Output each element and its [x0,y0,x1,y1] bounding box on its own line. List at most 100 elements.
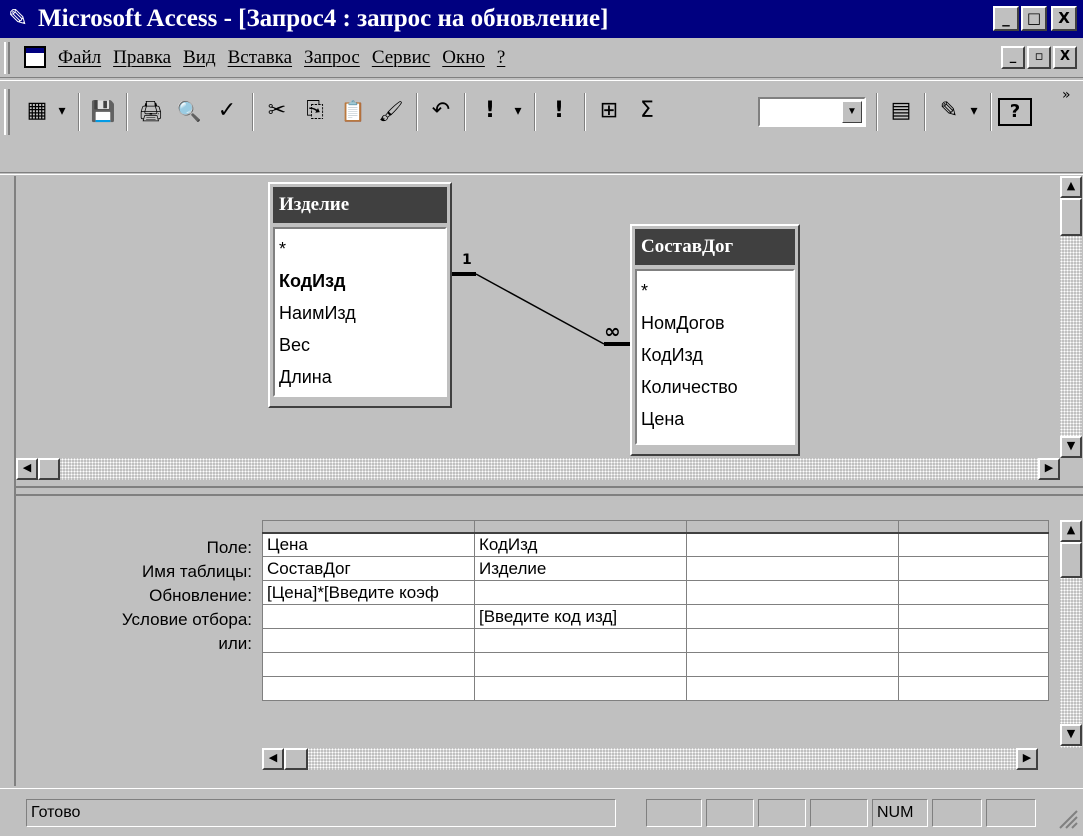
column-selector[interactable] [262,520,475,534]
menu-window[interactable]: Окно [442,46,485,70]
grid-cell[interactable] [898,532,1049,557]
paste-icon[interactable]: 📋 [336,95,370,129]
grid-cell[interactable]: Изделие [474,556,687,581]
grid-cell[interactable] [686,652,899,677]
save-icon[interactable]: 💾 [86,95,120,129]
copy-icon[interactable]: ⎘ [298,95,332,129]
hscroll-thumb[interactable] [38,458,60,480]
grid-cell[interactable] [898,628,1049,653]
grid-cell[interactable] [686,628,899,653]
pane-splitter[interactable] [16,486,1083,496]
print-preview-icon[interactable]: 🔍 [172,95,206,129]
field-item[interactable]: КодИзд [641,339,789,371]
close-button[interactable]: X [1051,6,1077,31]
grid-scroll-right-icon[interactable]: ▶ [1016,748,1038,770]
scroll-left-icon[interactable]: ◀ [16,458,38,480]
toolbar-grip[interactable] [4,89,10,135]
scroll-up-icon[interactable]: ▲ [1060,176,1082,198]
field-item[interactable]: Количество [641,371,789,403]
query-type-icon[interactable]: ! [472,95,508,129]
grid-cell[interactable] [898,652,1049,677]
scroll-right-icon[interactable]: ▶ [1038,458,1060,480]
doc-restore-button[interactable]: ▫ [1027,46,1051,69]
field-item[interactable]: НомДогов [641,307,789,339]
run-icon[interactable]: ! [542,95,576,129]
access-app-icon[interactable]: ✎ [8,5,28,33]
grid-cell[interactable] [262,604,475,629]
grid-cell[interactable] [474,580,687,605]
menubar-grip[interactable] [4,42,10,74]
menu-tools[interactable]: Сервис [372,46,430,70]
grid-cell[interactable]: [Введите код изд] [474,604,687,629]
properties-icon[interactable]: ▤ [884,95,918,129]
print-icon[interactable]: 🖨 [134,95,168,129]
grid-cell[interactable] [686,604,899,629]
grid-cell[interactable] [898,556,1049,581]
menu-view[interactable]: Вид [183,46,216,70]
grid-vscroll-thumb[interactable] [1060,542,1082,578]
grid-cell[interactable]: КодИзд [474,532,687,557]
combo-arrow-icon[interactable]: ▼ [842,101,862,123]
build-dropdown-icon[interactable]: ▾ [966,95,982,129]
grid-cell[interactable] [686,532,899,557]
maximize-button[interactable]: □ [1021,6,1047,31]
query-design-grid[interactable]: Цена КодИзд СоставДог Изделие [Цена]*[Вв… [262,520,1049,701]
column-selector[interactable] [686,520,899,534]
grid-hscrollbar[interactable] [262,748,1038,770]
grid-cell[interactable] [262,628,475,653]
table-sostavdog[interactable]: СоставДог * НомДогов КодИзд Количество Ц… [630,224,800,456]
grid-scroll-down-icon[interactable]: ▼ [1060,724,1082,746]
cut-icon[interactable]: ✂ [260,95,294,129]
vscroll-thumb[interactable] [1060,198,1082,236]
field-item[interactable]: * [641,275,789,307]
grid-scroll-up-icon[interactable]: ▲ [1060,520,1082,542]
column-selector[interactable] [474,520,687,534]
document-icon[interactable] [24,46,46,68]
minimize-button[interactable]: _ [993,6,1019,31]
column-selector[interactable] [898,520,1049,534]
doc-minimize-button[interactable]: _ [1001,46,1025,69]
relationship-line[interactable]: 1 ∞ [16,176,1060,462]
grid-cell[interactable] [686,556,899,581]
grid-cell[interactable]: [Цена]*[Введите коэф [262,580,475,605]
grid-cell[interactable]: СоставДог [262,556,475,581]
grid-cell[interactable] [474,628,687,653]
table-pane[interactable]: Изделие * КодИзд НаимИзд Вес Длина 1 ∞ С… [16,176,1060,480]
grid-cell[interactable] [262,676,475,701]
view-dropdown-icon[interactable]: ▾ [54,95,70,129]
spelling-icon[interactable]: ✓ [210,95,244,129]
menu-query[interactable]: Запрос [304,46,360,70]
grid-cell[interactable] [898,580,1049,605]
format-painter-icon[interactable]: 🖌 [374,95,408,129]
grid-cell[interactable] [474,676,687,701]
grid-cell[interactable] [262,652,475,677]
grid-cell[interactable] [898,604,1049,629]
query-type-dropdown-icon[interactable]: ▾ [510,95,526,129]
menu-help[interactable]: ? [497,46,505,70]
menu-insert[interactable]: Вставка [228,46,292,70]
scroll-down-icon[interactable]: ▼ [1060,436,1082,458]
view-icon[interactable]: ▦ [22,95,52,129]
table-title[interactable]: СоставДог [635,229,795,265]
undo-icon[interactable]: ↶ [424,95,458,129]
menu-edit[interactable]: Правка [113,46,171,70]
grid-cell[interactable] [474,652,687,677]
totals-icon[interactable]: Σ [630,95,664,129]
doc-close-button[interactable]: X [1053,46,1077,69]
table-pane-hscrollbar[interactable] [16,458,1060,480]
grid-row-empty [262,652,1049,677]
grid-cell[interactable] [686,676,899,701]
grid-cell[interactable] [898,676,1049,701]
grid-scroll-left-icon[interactable]: ◀ [262,748,284,770]
resize-grip-icon[interactable] [1056,807,1078,829]
toolbar-more-icon[interactable]: » [1062,87,1071,103]
grid-hscroll-thumb[interactable] [284,748,308,770]
grid-cell[interactable]: Цена [262,532,475,557]
help-icon[interactable]: ? [998,98,1032,126]
build-icon[interactable]: ✎ [932,95,966,129]
menu-file[interactable]: Файл [58,46,101,70]
show-table-icon[interactable]: ⊞ [592,95,626,129]
top-values-combo[interactable]: ▼ [758,97,866,127]
grid-cell[interactable] [686,580,899,605]
field-item[interactable]: Цена [641,403,789,435]
